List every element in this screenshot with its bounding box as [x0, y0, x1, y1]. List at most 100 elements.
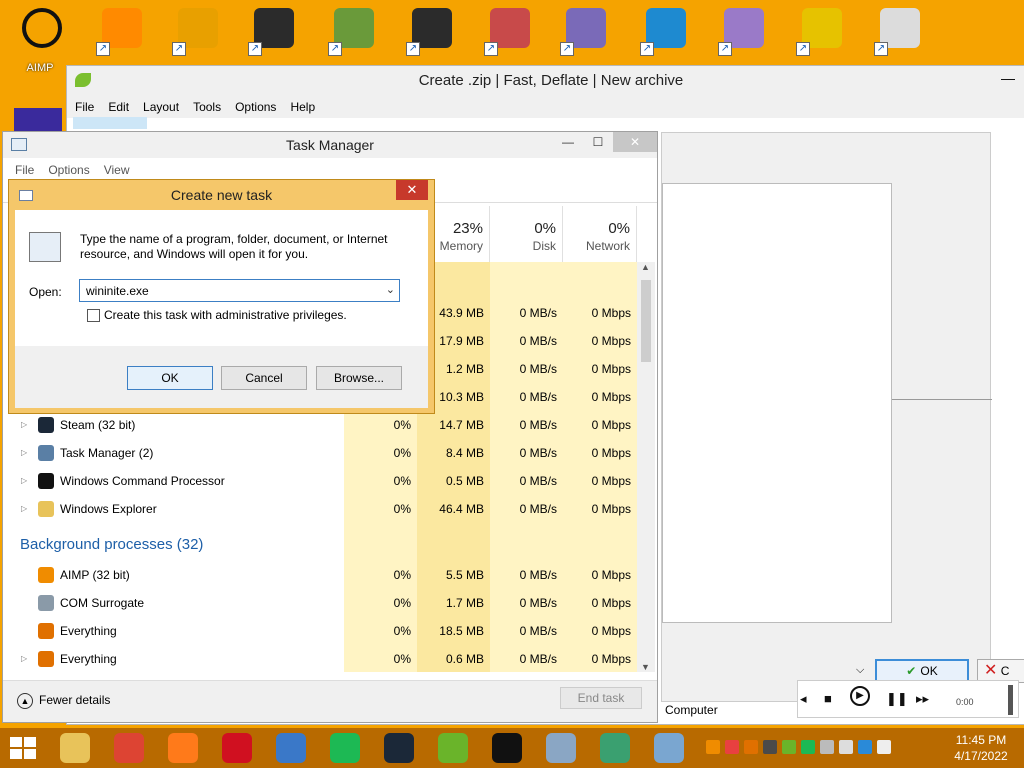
dialog-body: Type the name of a program, folder, docu… — [15, 210, 428, 408]
aimp-icon — [38, 567, 54, 583]
windows-logo-pane — [24, 749, 36, 759]
open-combobox[interactable]: wininite.exe ⌄ — [79, 279, 400, 302]
clock[interactable]: 11:45 PM 4/17/2022 — [944, 732, 1018, 764]
thunderbird-icon[interactable] — [276, 733, 306, 763]
tray-icon[interactable] — [858, 740, 872, 754]
process-cpu-value: 0% — [393, 502, 411, 516]
process-row[interactable]: ▷ Windows Explorer 0% 46.4 MB 0 MB/s 0 Mbps — [3, 495, 637, 523]
task-manager-menu-file[interactable]: File — [15, 163, 34, 177]
expand-arrow-icon[interactable]: ▷ — [21, 654, 27, 663]
desktop-shortcut[interactable]: ↗ — [90, 6, 150, 68]
peazip-menu-options[interactable]: Options — [235, 100, 276, 114]
fewer-details-button[interactable]: ▲ Fewer details — [17, 693, 110, 709]
start-button[interactable] — [10, 737, 36, 759]
tray-icon[interactable] — [706, 740, 720, 754]
cancel-button[interactable]: Cancel — [221, 366, 307, 390]
expand-arrow-icon[interactable]: ▷ — [21, 504, 27, 513]
chrome-icon[interactable] — [114, 733, 144, 763]
process-row[interactable]: Everything 0% 18.5 MB 0 MB/s 0 Mbps — [3, 617, 637, 645]
scroll-down-icon[interactable]: ▼ — [641, 662, 650, 672]
chevron-down-icon[interactable]: ⌄ — [386, 283, 395, 296]
firefox-icon[interactable] — [168, 733, 198, 763]
tray-icon[interactable] — [763, 740, 777, 754]
opera-icon[interactable] — [222, 733, 252, 763]
task-manager-menu-options[interactable]: Options — [48, 163, 89, 177]
desktop-shortcut[interactable]: ↗ — [790, 6, 850, 68]
spotify-icon[interactable] — [330, 733, 360, 763]
desktop-shortcut[interactable]: ↗ — [712, 6, 772, 68]
clock-time: 11:45 PM — [955, 733, 1007, 747]
peazip-menu-layout[interactable]: Layout — [143, 100, 179, 114]
steam-icon[interactable] — [384, 733, 414, 763]
process-cpu-value: 0% — [393, 596, 411, 610]
task-manager-menu-view[interactable]: View — [104, 163, 130, 177]
dialog-close-icon[interactable]: ✕ — [396, 180, 428, 200]
disk-column-header[interactable]: 0% Disk — [490, 206, 563, 262]
desktop-shortcut[interactable]: ↗ — [868, 6, 928, 68]
dialog-title-bar: Create new task ✕ — [9, 180, 434, 210]
desktop-shortcut[interactable]: ↗ — [554, 6, 614, 68]
expand-arrow-icon[interactable]: ▷ — [21, 420, 27, 429]
process-row[interactable]: COM Surrogate 0% 1.7 MB 0 MB/s 0 Mbps — [3, 589, 637, 617]
process-row[interactable]: ▷ Steam (32 bit) 0% 14.7 MB 0 MB/s 0 Mbps — [3, 411, 637, 439]
process-name: AIMP (32 bit) — [60, 568, 130, 582]
tray-icon[interactable] — [820, 740, 834, 754]
window-icon[interactable] — [654, 733, 684, 763]
check-icon: ✔ — [906, 664, 917, 678]
process-net-value: 0 Mbps — [591, 306, 631, 320]
network-column-header[interactable]: 0% Network — [563, 206, 637, 262]
end-task-button[interactable]: End task — [560, 687, 642, 709]
desktop-shortcut[interactable]: AIMP — [10, 6, 70, 74]
task-manager-icon[interactable] — [546, 733, 576, 763]
admin-privileges-checkbox[interactable]: Create this task with administrative pri… — [87, 308, 347, 323]
tray-icon[interactable] — [839, 740, 853, 754]
peazip-icon[interactable] — [438, 733, 468, 763]
desktop-shortcut[interactable]: ↗ — [400, 6, 460, 68]
process-disk-value: 0 MB/s — [519, 474, 557, 488]
process-row[interactable]: AIMP (32 bit) 0% 5.5 MB 0 MB/s 0 Mbps — [3, 561, 637, 589]
expand-arrow-icon[interactable]: ▷ — [21, 476, 27, 485]
peazip-menu-tools[interactable]: Tools — [193, 100, 221, 114]
close-icon[interactable]: ✕ — [613, 132, 657, 152]
stop-icon[interactable]: ■ — [824, 691, 832, 706]
tray-icon[interactable] — [725, 740, 739, 754]
process-list-scrollbar[interactable]: ▲ ▼ — [637, 262, 655, 672]
desktop-shortcut[interactable]: ↗ — [242, 6, 302, 68]
process-row[interactable]: ▷ Everything 0% 0.6 MB 0 MB/s 0 Mbps — [3, 645, 637, 673]
tray-icon[interactable] — [801, 740, 815, 754]
process-row[interactable]: ▷ Task Manager (2) 0% 8.4 MB 0 MB/s 0 Mbps — [3, 439, 637, 467]
open-input-value[interactable]: wininite.exe — [86, 284, 149, 298]
background-processes-header[interactable]: Background processes (32) — [20, 536, 203, 553]
desktop-shortcut-label: AIMP — [26, 62, 54, 74]
checkbox-box[interactable] — [87, 309, 100, 323]
desktop-shortcut[interactable]: ↗ — [166, 6, 226, 68]
desktop-shortcut[interactable]: ↗ — [478, 6, 538, 68]
tray-icon[interactable] — [744, 740, 758, 754]
pause-icon[interactable]: ❚❚ — [886, 691, 908, 707]
maximize-icon[interactable]: ☐ — [583, 132, 613, 152]
tray-icon[interactable] — [782, 740, 796, 754]
volume-slider[interactable] — [1008, 685, 1013, 715]
peazip-menu-file[interactable]: File — [75, 100, 94, 114]
play-icon[interactable]: ▶ — [850, 686, 870, 706]
process-row[interactable]: ▷ Windows Command Processor 0% 0.5 MB 0 MB/s… — [3, 467, 637, 495]
minimize-icon[interactable]: — — [1001, 70, 1015, 86]
next-icon[interactable]: ▸▸ — [916, 691, 929, 707]
file-explorer-icon[interactable] — [60, 733, 90, 763]
expand-arrow-icon[interactable]: ▷ — [21, 448, 27, 457]
tray-icon[interactable] — [877, 740, 891, 754]
chevron-down-icon[interactable]: ⌵ — [856, 664, 864, 677]
desktop-shortcut[interactable]: ↗ — [322, 6, 382, 68]
ok-button[interactable]: OK — [127, 366, 213, 390]
cmd-icon[interactable] — [492, 733, 522, 763]
browse-button[interactable]: Browse... — [316, 366, 402, 390]
desktop-shortcut[interactable]: ↗ — [634, 6, 694, 68]
peazip-menu-help[interactable]: Help — [290, 100, 315, 114]
peazip-menu-edit[interactable]: Edit — [108, 100, 129, 114]
minimize-icon[interactable]: — — [553, 132, 583, 152]
task-manager-footer: ▲ Fewer details End task — [3, 680, 657, 722]
scrollbar-thumb[interactable] — [641, 280, 651, 362]
package-icon[interactable] — [600, 733, 630, 763]
scroll-up-icon[interactable]: ▲ — [641, 262, 650, 272]
previous-icon[interactable]: ◂ — [800, 691, 807, 707]
